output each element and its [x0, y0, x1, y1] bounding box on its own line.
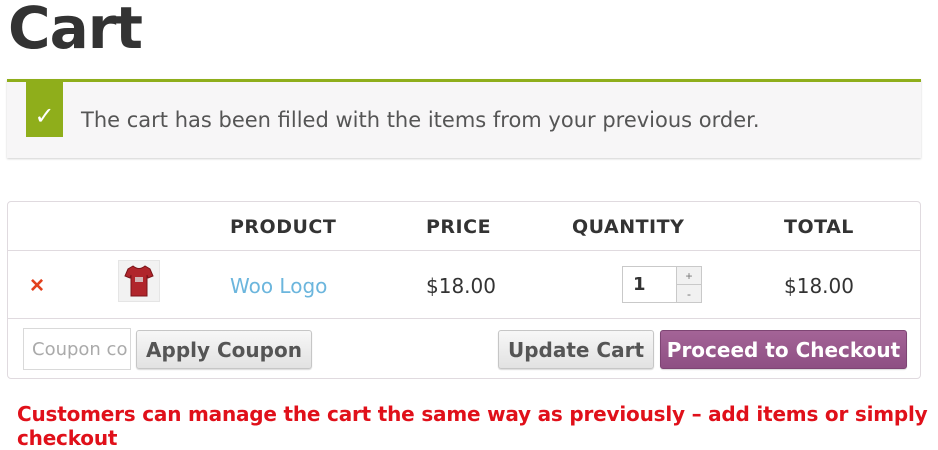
info-notice: ✓ The cart has been filled with the item… [7, 79, 921, 158]
product-thumbnail[interactable] [118, 260, 160, 302]
quantity-input[interactable] [623, 267, 676, 302]
item-price: $18.00 [426, 274, 496, 298]
header-product: PRODUCT [230, 216, 337, 238]
coupon-input[interactable] [23, 328, 131, 370]
quantity-buttons: + - [676, 267, 701, 302]
item-total: $18.00 [784, 274, 854, 298]
decrement-button[interactable]: - [677, 284, 701, 302]
notice-message: The cart has been filled with the items … [81, 108, 760, 132]
row-divider [8, 318, 920, 319]
page-title: Cart [8, 0, 143, 62]
check-icon: ✓ [26, 82, 63, 137]
header-quantity: QUANTITY [572, 216, 685, 238]
update-cart-button[interactable]: Update Cart [498, 330, 654, 369]
header-price: PRICE [426, 216, 492, 238]
header-divider [8, 250, 920, 251]
product-link[interactable]: Woo Logo [230, 274, 327, 298]
cart-table: PRODUCT PRICE QUANTITY TOTAL × Woo Logo … [7, 201, 921, 379]
remove-item-icon[interactable]: × [30, 274, 44, 298]
footnote-caption: Customers can manage the cart the same w… [17, 402, 928, 450]
proceed-to-checkout-button[interactable]: Proceed to Checkout [660, 330, 907, 369]
t-shirt-icon [124, 265, 154, 297]
header-total: TOTAL [784, 216, 854, 238]
apply-coupon-button[interactable]: Apply Coupon [136, 330, 312, 369]
increment-button[interactable]: + [677, 267, 701, 284]
quantity-stepper[interactable]: + - [622, 266, 702, 303]
